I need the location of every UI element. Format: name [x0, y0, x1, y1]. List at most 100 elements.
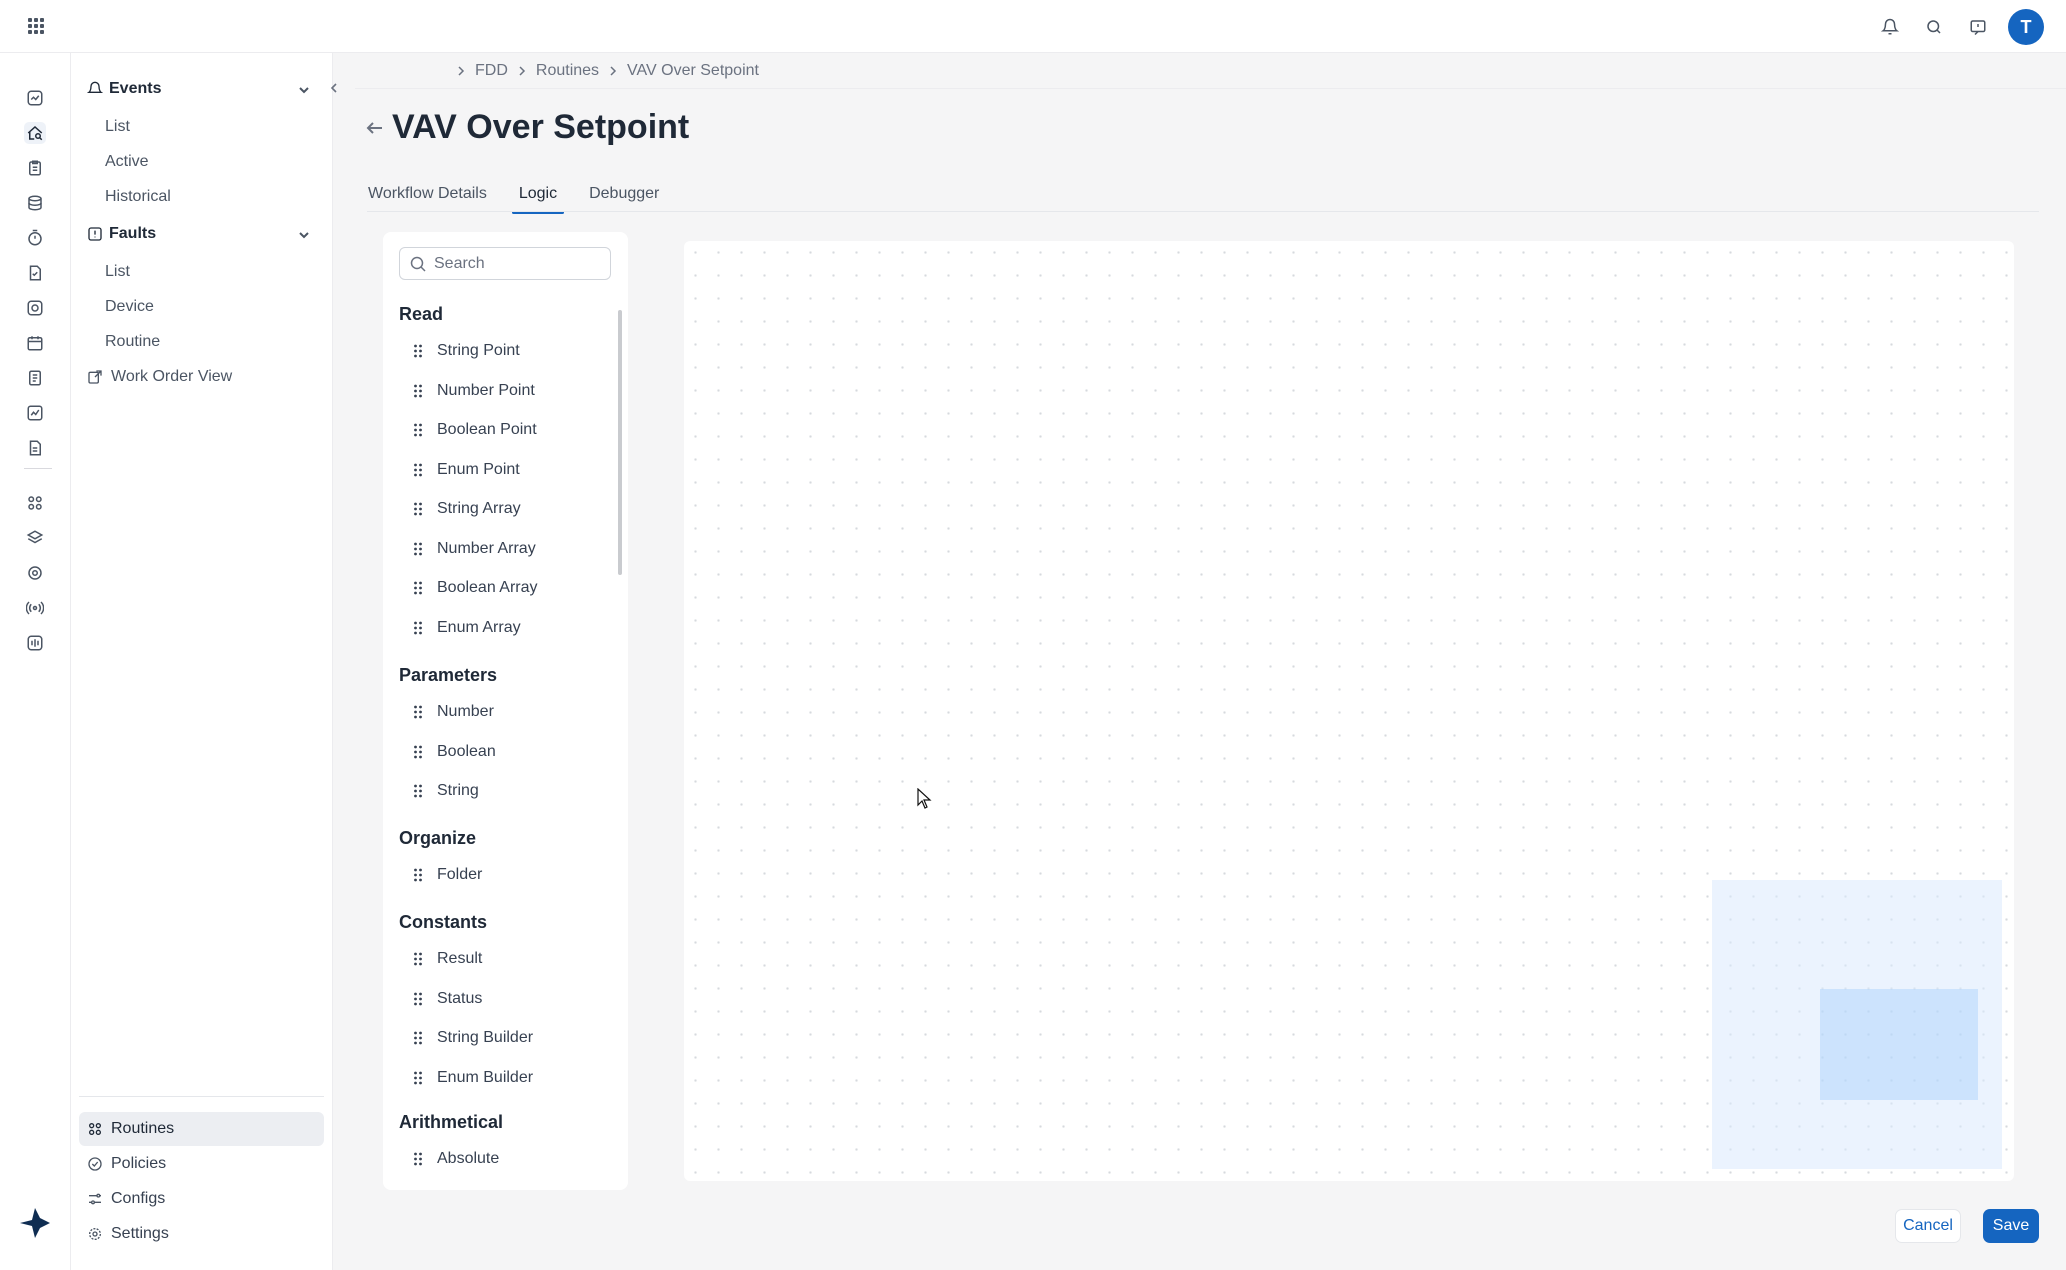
minimap-viewport[interactable] — [1820, 989, 1978, 1100]
camera-icon[interactable] — [24, 297, 46, 319]
bell-icon[interactable] — [1878, 15, 1902, 39]
palette-scrollbar[interactable] — [618, 310, 622, 575]
cursor-icon — [917, 788, 932, 809]
breadcrumb: FDD Routines VAV Over Setpoint — [355, 53, 2066, 89]
cog-icon[interactable] — [24, 562, 46, 584]
palette-item-label: Absolute — [437, 1150, 500, 1167]
palette-item[interactable]: Enum Builder — [413, 1067, 533, 1089]
clipboard-icon[interactable] — [24, 157, 46, 179]
search-icon[interactable] — [1922, 15, 1946, 39]
nav-item-faults-list[interactable]: List — [105, 260, 130, 284]
timer-icon[interactable] — [24, 227, 46, 249]
tab-logic[interactable]: Logic — [511, 182, 565, 214]
chevron-down-icon[interactable] — [296, 227, 312, 243]
drag-handle-icon[interactable] — [413, 502, 423, 516]
palette-item[interactable]: Enum Array — [413, 617, 521, 639]
search-input[interactable]: Search — [399, 247, 611, 280]
nav-item-events-list[interactable]: List — [105, 115, 130, 139]
nav-item-policies[interactable]: Policies — [79, 1147, 324, 1181]
nav-group-events[interactable]: Events — [87, 74, 161, 104]
drag-handle-icon[interactable] — [413, 542, 423, 556]
dashboard-icon[interactable] — [24, 87, 46, 109]
nav-group-label: Events — [109, 80, 162, 97]
category-read: Read — [399, 304, 444, 324]
drag-handle-icon[interactable] — [413, 868, 423, 882]
drag-handle-icon[interactable] — [413, 423, 423, 437]
breadcrumb-fdd[interactable]: FDD — [475, 62, 508, 80]
palette-item-label: Status — [437, 989, 483, 1007]
document-icon[interactable] — [24, 262, 46, 284]
palette-item[interactable]: Absolute — [413, 1148, 499, 1170]
list-icon[interactable] — [24, 367, 46, 389]
layers-icon[interactable] — [24, 527, 46, 549]
palette-item[interactable]: String Builder — [413, 1027, 533, 1049]
nav-item-configs[interactable]: Configs — [79, 1182, 324, 1216]
palette-item[interactable]: Number Array — [413, 538, 536, 560]
broadcast-icon[interactable] — [24, 597, 46, 619]
nav-item-events-active[interactable]: Active — [105, 150, 149, 174]
fdd-icon[interactable] — [24, 122, 46, 144]
palette-item[interactable]: String — [413, 780, 479, 802]
chart-icon[interactable] — [24, 402, 46, 424]
report-icon[interactable] — [24, 437, 46, 459]
drag-handle-icon[interactable] — [413, 745, 423, 759]
palette-item-label: Number Array — [437, 539, 536, 557]
palette-item[interactable]: Enum Point — [413, 459, 520, 481]
palette-item[interactable]: Number Point — [413, 380, 535, 402]
nav-group-faults[interactable]: Faults — [87, 219, 156, 249]
palette-item[interactable]: Folder — [413, 864, 482, 886]
palette-item[interactable]: Number — [413, 701, 494, 723]
back-arrow-icon[interactable] — [364, 117, 386, 139]
palette-item-label: String Array — [437, 500, 521, 517]
chat-icon[interactable] — [1966, 15, 1990, 39]
rail-divider — [24, 468, 52, 469]
drag-handle-icon[interactable] — [413, 992, 423, 1006]
save-button[interactable]: Save — [1983, 1209, 2039, 1243]
chevron-right-icon — [607, 65, 619, 77]
nav-item-settings[interactable]: Settings — [79, 1217, 324, 1251]
nav-item-events-historical[interactable]: Historical — [105, 185, 171, 209]
database-icon[interactable] — [24, 192, 46, 214]
palette-item[interactable]: Status — [413, 988, 482, 1010]
drag-handle-icon[interactable] — [413, 463, 423, 477]
palette-item[interactable]: Boolean Point — [413, 419, 537, 441]
drag-handle-icon[interactable] — [413, 1071, 423, 1085]
palette-item[interactable]: Boolean Array — [413, 577, 538, 599]
breadcrumb-routines[interactable]: Routines — [536, 62, 599, 80]
brand-logo — [20, 1208, 50, 1238]
meter-icon[interactable] — [24, 632, 46, 654]
policies-icon — [88, 1157, 102, 1171]
palette-item[interactable]: Result — [413, 948, 482, 970]
drag-handle-icon[interactable] — [413, 384, 423, 398]
chevron-down-icon[interactable] — [296, 82, 312, 98]
drag-handle-icon[interactable] — [413, 784, 423, 798]
palette-item[interactable]: Boolean — [413, 741, 496, 763]
drag-handle-icon[interactable] — [413, 344, 423, 358]
drag-handle-icon[interactable] — [413, 621, 423, 635]
palette-item[interactable]: String Point — [413, 340, 520, 362]
icon-rail — [0, 53, 71, 1270]
grid-icon[interactable] — [25, 15, 47, 37]
nav-item-faults-device[interactable]: Device — [105, 295, 154, 319]
palette-item[interactable]: String Array — [413, 498, 521, 520]
apps-icon[interactable] — [24, 492, 46, 514]
drag-handle-icon[interactable] — [413, 581, 423, 595]
cancel-button[interactable]: Cancel — [1895, 1209, 1961, 1243]
calendar-icon[interactable] — [24, 332, 46, 354]
nav-item-faults-routine[interactable]: Routine — [105, 330, 160, 354]
drag-handle-icon[interactable] — [413, 1031, 423, 1045]
palette-item-label: String Point — [437, 342, 520, 359]
collapse-nav-button[interactable] — [326, 80, 342, 96]
drag-handle-icon[interactable] — [413, 1152, 423, 1166]
avatar[interactable]: T — [2008, 9, 2044, 45]
drag-handle-icon[interactable] — [413, 952, 423, 966]
nav-item-routines[interactable]: Routines — [79, 1112, 324, 1146]
faults-icon — [88, 227, 102, 241]
chevron-right-icon — [516, 65, 528, 77]
palette-item-label: Result — [437, 950, 483, 967]
nav-item-work-order-view[interactable]: Work Order View — [87, 365, 232, 389]
tab-workflow-details[interactable]: Workflow Details — [367, 182, 488, 214]
palette-item-label: Boolean Array — [437, 579, 538, 596]
tab-debugger[interactable]: Debugger — [588, 182, 660, 214]
drag-handle-icon[interactable] — [413, 705, 423, 719]
